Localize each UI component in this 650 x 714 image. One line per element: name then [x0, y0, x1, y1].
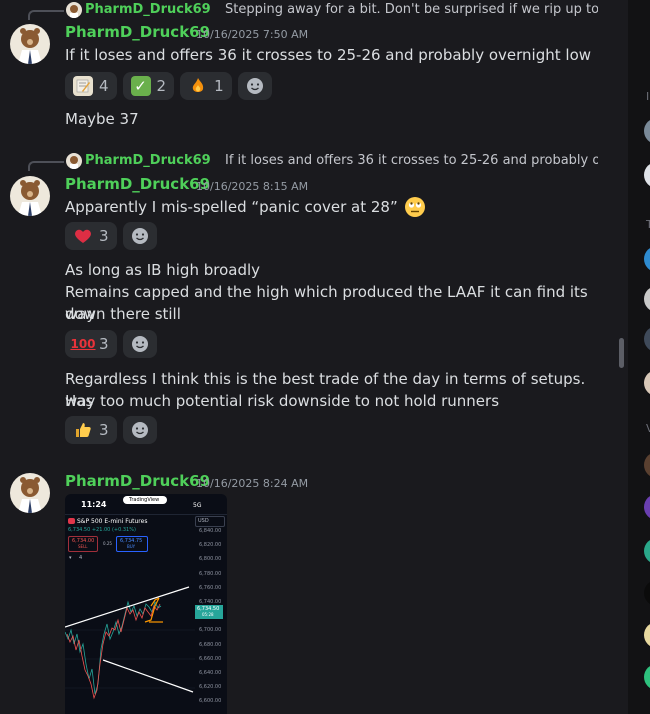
reply-spine: [28, 161, 64, 171]
username[interactable]: PharmD_Druck69: [65, 23, 210, 41]
avatar[interactable]: [10, 24, 50, 64]
member-avatar[interactable]: [644, 118, 650, 144]
reaction-count: 3: [99, 227, 109, 245]
reply-spine: [28, 10, 64, 20]
member-avatar[interactable]: [644, 622, 650, 648]
price-axis-tick: 6,620.00: [199, 684, 222, 691]
member-group-letter: I: [646, 90, 650, 103]
scrollbar-thumb[interactable]: [619, 338, 624, 368]
reaction-bar: 3: [65, 416, 157, 444]
member-avatar[interactable]: [644, 246, 650, 272]
message-text: Apparently I mis-spelled “panic cover at…: [65, 198, 398, 216]
reaction-count: 1: [214, 77, 224, 95]
heart-icon: [73, 226, 93, 246]
timestamp[interactable]: 10/16/2025 8:15 AM: [196, 180, 308, 193]
fire-icon: [188, 76, 208, 96]
price-axis-tick: 6,660.00: [199, 655, 222, 662]
member-group-letter: V: [646, 422, 650, 435]
price-axis-tick: 6,800.00: [199, 556, 222, 563]
reaction-fire[interactable]: 1: [180, 72, 232, 100]
smiley-icon: [131, 336, 148, 352]
member-avatar[interactable]: [644, 580, 650, 606]
message-text: Maybe 37: [65, 110, 139, 128]
message-list[interactable]: PharmD_Druck69 Stepping away for a bit. …: [0, 0, 628, 714]
price-axis-tick: 6,820.00: [199, 542, 222, 549]
message-line: Apparently I mis-spelled “panic cover at…: [65, 196, 426, 218]
member-avatar[interactable]: [644, 162, 650, 188]
reply-text[interactable]: If it loses and offers 36 it crosses to …: [225, 153, 598, 168]
message-text: If it loses and offers 36 it crosses to …: [65, 46, 592, 64]
message-text: As long as IB high broadly: [65, 261, 261, 279]
message-text: way too much potential risk downside to …: [65, 392, 500, 410]
reply-text[interactable]: Stepping away for a bit. Don't be surpri…: [225, 2, 598, 17]
member-avatar[interactable]: [644, 286, 650, 312]
reply-avatar[interactable]: [66, 2, 82, 18]
reaction-thumbs-up[interactable]: 3: [65, 416, 117, 444]
reply-preview[interactable]: PharmD_Druck69 Stepping away for a bit. …: [28, 0, 598, 20]
reply-preview[interactable]: PharmD_Druck69 If it loses and offers 36…: [28, 151, 598, 171]
reaction-count: 4: [99, 77, 109, 95]
reply-username[interactable]: PharmD_Druck69: [85, 2, 211, 17]
reaction-count: 3: [99, 335, 109, 353]
reaction-count: 3: [99, 421, 109, 439]
reaction-check[interactable]: ✓ 2: [122, 72, 175, 100]
reaction-bar: 3: [65, 222, 157, 250]
smiley-icon: [131, 228, 148, 244]
memo-icon: [73, 76, 93, 96]
last-price-time: 05:28: [202, 612, 214, 617]
timestamp[interactable]: 10/16/2025 8:24 AM: [196, 477, 308, 490]
reply-username[interactable]: PharmD_Druck69: [85, 153, 211, 168]
image-attachment[interactable]: 11:24 TradingView 5G S&P 500 E-mini Futu…: [65, 494, 227, 714]
smiley-icon: [246, 78, 263, 94]
reaction-hundred[interactable]: 100 3: [65, 330, 117, 358]
avatar[interactable]: [10, 473, 50, 513]
price-axis-tick: 6,640.00: [199, 670, 222, 676]
add-reaction-button[interactable]: [122, 222, 157, 250]
price-axis-tick: 6,780.00: [199, 570, 222, 577]
username[interactable]: PharmD_Druck69: [65, 472, 210, 490]
last-price-tag: 6,734.50 05:28: [195, 605, 223, 619]
message-text: down there still: [65, 305, 181, 323]
price-axis-tick: 6,840.00: [199, 528, 222, 534]
smiley-icon: [131, 422, 148, 438]
member-avatar[interactable]: [644, 370, 650, 396]
avatar[interactable]: [10, 176, 50, 216]
hundred-points-icon: 100: [70, 337, 96, 351]
reaction-heart[interactable]: 3: [65, 222, 117, 250]
price-axis-tick: 6,600.00: [199, 698, 222, 705]
reply-avatar[interactable]: [66, 153, 82, 169]
reaction-bar: 4 ✓ 2 1: [65, 72, 272, 100]
thumbs-up-icon: [73, 420, 93, 440]
member-avatar[interactable]: [644, 538, 650, 564]
add-reaction-button[interactable]: [122, 330, 157, 358]
member-avatar[interactable]: [644, 452, 650, 478]
username[interactable]: PharmD_Druck69: [65, 175, 210, 193]
timestamp[interactable]: 10/16/2025 7:50 AM: [196, 28, 308, 41]
reaction-count: 2: [156, 77, 167, 95]
price-axis-tick: 6,700.00: [199, 627, 222, 634]
eye-roll-emoji-icon: [404, 196, 426, 218]
check-mark-icon: ✓: [130, 76, 151, 96]
add-reaction-button[interactable]: [122, 416, 157, 444]
reaction-bar: 100 3: [65, 330, 157, 358]
member-avatar[interactable]: [644, 326, 650, 352]
member-group-letter: T: [646, 218, 650, 231]
member-avatar[interactable]: [644, 494, 650, 520]
add-reaction-button[interactable]: [237, 72, 272, 100]
reaction-memo[interactable]: 4: [65, 72, 117, 100]
price-axis-tick: 6,680.00: [199, 641, 222, 648]
price-axis-tick: 6,760.00: [199, 584, 222, 591]
member-avatar[interactable]: [644, 664, 650, 690]
member-list[interactable]: I T V: [628, 0, 650, 714]
